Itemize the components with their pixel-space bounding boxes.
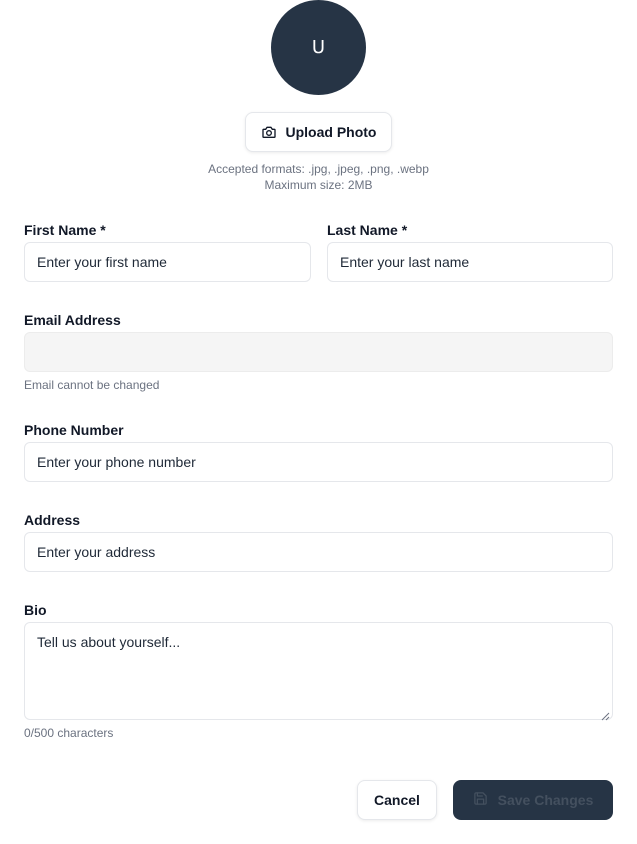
- first-name-field[interactable]: Enter your first name: [24, 242, 311, 282]
- avatar-initial: U: [311, 37, 326, 58]
- last-name-field[interactable]: Enter your last name: [327, 242, 613, 282]
- email-field: [24, 332, 613, 372]
- save-changes-button[interactable]: Save Changes: [453, 780, 613, 820]
- address-field[interactable]: Enter your address: [24, 532, 613, 572]
- email-helper-text: Email cannot be changed: [24, 378, 160, 392]
- resize-handle-icon[interactable]: [601, 708, 610, 721]
- camera-icon: [261, 124, 277, 140]
- last-name-placeholder: Enter your last name: [340, 254, 470, 270]
- bio-textarea[interactable]: Tell us about yourself...: [24, 622, 613, 721]
- first-name-label: First Name *: [24, 222, 106, 238]
- address-label: Address: [24, 512, 81, 528]
- max-size-hint: Maximum size: 2MB: [264, 178, 373, 192]
- last-name-label: Last Name *: [327, 222, 408, 238]
- avatar: U: [271, 0, 366, 95]
- address-placeholder: Enter your address: [37, 544, 156, 560]
- phone-field[interactable]: Enter your phone number: [24, 442, 613, 482]
- phone-placeholder: Enter your phone number: [37, 454, 196, 470]
- email-label: Email Address: [24, 312, 121, 328]
- first-name-placeholder: Enter your first name: [37, 254, 167, 270]
- cancel-button[interactable]: Cancel: [357, 780, 437, 820]
- bio-label: Bio: [24, 602, 47, 618]
- save-changes-label: Save Changes: [497, 792, 594, 808]
- cancel-label: Cancel: [374, 792, 420, 808]
- bio-character-counter: 0/500 characters: [24, 726, 114, 740]
- phone-label: Phone Number: [24, 422, 124, 438]
- upload-photo-button[interactable]: Upload Photo: [245, 112, 392, 152]
- upload-photo-label: Upload Photo: [285, 124, 377, 140]
- bio-placeholder: Tell us about yourself...: [37, 634, 181, 650]
- save-icon: [473, 791, 488, 809]
- accepted-formats-hint: Accepted formats: .jpg, .jpeg, .png, .we…: [208, 162, 429, 176]
